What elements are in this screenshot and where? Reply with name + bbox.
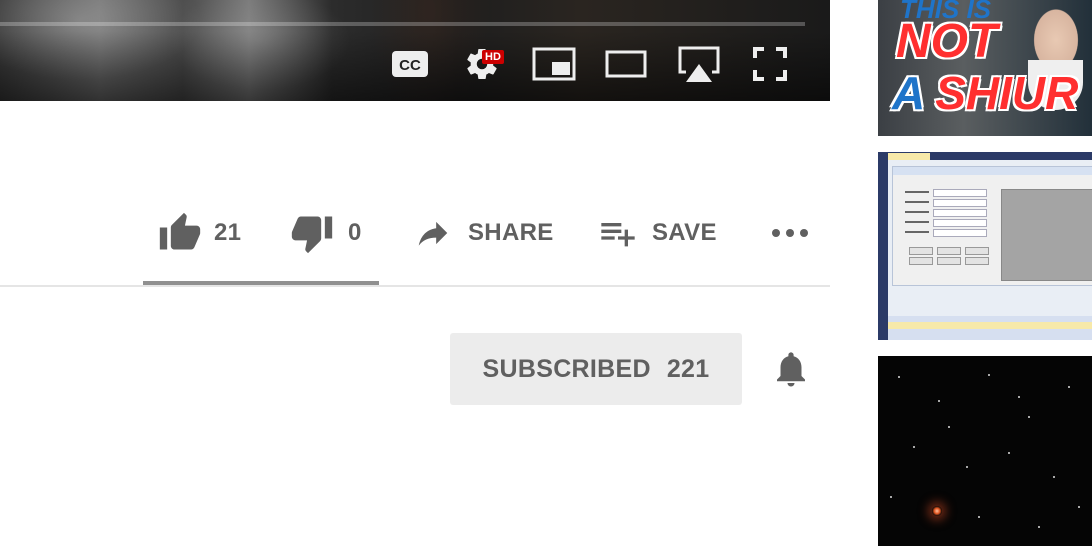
dislike-count: 0: [348, 219, 362, 246]
form-field: [933, 219, 987, 227]
thumbnail-text-shiur: SHIUR: [935, 67, 1079, 119]
form-label: [905, 191, 929, 193]
thumbnail-text-a: A: [892, 67, 926, 119]
star: [913, 446, 915, 448]
star: [1008, 452, 1010, 454]
more-actions-button[interactable]: [768, 205, 812, 261]
airplay-icon: [678, 46, 720, 82]
form-button: [937, 247, 961, 255]
form-label: [905, 231, 929, 233]
video-thumbnail[interactable]: THIS IS NOT A SHIUR: [878, 0, 1092, 136]
cc-icon: CC: [392, 51, 428, 77]
star: [978, 516, 980, 518]
subtitles-button[interactable]: CC: [390, 45, 430, 83]
form-label: [905, 221, 929, 223]
error-list-toolbar: [888, 322, 1092, 329]
star: [938, 400, 940, 402]
progress-bar[interactable]: [0, 22, 805, 26]
thumbnail-text: A SHIUR: [892, 66, 1078, 120]
subscriber-count: 221: [666, 354, 710, 383]
star: [988, 374, 990, 376]
form-field: [933, 189, 987, 197]
thumb-up-icon: [159, 212, 201, 250]
form-button: [909, 257, 933, 265]
share-label: SHARE: [468, 219, 554, 246]
star: [966, 466, 968, 468]
theater-icon: [605, 50, 647, 78]
ide-sidebar: [878, 160, 888, 340]
more-horizontal-icon: [772, 229, 808, 237]
star: [898, 376, 900, 378]
miniplayer-button[interactable]: [532, 45, 576, 83]
share-arrow-icon: [418, 221, 448, 246]
form-field: [933, 209, 987, 217]
star: [1078, 506, 1080, 508]
share-button[interactable]: SHARE: [414, 205, 554, 261]
miniplayer-icon: [532, 47, 576, 81]
form-panel: [1001, 189, 1092, 281]
video-player[interactable]: CC HD: [0, 0, 830, 101]
form-label: [905, 201, 929, 203]
star: [1018, 396, 1020, 398]
form-button: [937, 257, 961, 265]
svg-text:CC: CC: [399, 57, 421, 74]
thumb-down-icon: [291, 216, 333, 254]
divider: [0, 285, 830, 287]
thumbnail-text: NOT: [896, 15, 998, 68]
notification-button[interactable]: [770, 345, 812, 393]
form-field: [933, 199, 987, 207]
fullscreen-icon: [753, 47, 787, 81]
form-designer: [892, 166, 1092, 286]
video-thumbnail[interactable]: [878, 356, 1092, 546]
star: [948, 426, 950, 428]
red-star: [932, 506, 942, 516]
form-field: [933, 229, 987, 237]
save-label: SAVE: [652, 219, 717, 246]
form-button: [965, 247, 989, 255]
form-button: [965, 257, 989, 265]
playlist-add-icon: [601, 223, 635, 247]
star: [1053, 476, 1055, 478]
star: [1068, 386, 1070, 388]
theater-mode-button[interactable]: [604, 45, 648, 83]
form-label: [905, 211, 929, 213]
like-button[interactable]: 21: [158, 205, 241, 261]
dislike-button[interactable]: 0: [290, 205, 362, 261]
bell-icon: [777, 352, 805, 387]
form-button: [909, 247, 933, 255]
star: [890, 496, 892, 498]
ide-tab: [888, 153, 930, 160]
hd-badge: HD: [482, 50, 504, 64]
airplay-button[interactable]: [676, 45, 722, 83]
video-thumbnail[interactable]: [878, 152, 1092, 340]
form-titlebar: [893, 167, 1092, 175]
save-button[interactable]: SAVE: [598, 205, 717, 261]
subscribed-button[interactable]: SUBSCRIBED 221: [450, 333, 742, 405]
fullscreen-button[interactable]: [750, 45, 790, 83]
subscribed-label: SUBSCRIBED: [482, 354, 651, 383]
like-count: 21: [214, 219, 242, 246]
star: [1038, 526, 1040, 528]
star: [1028, 416, 1030, 418]
